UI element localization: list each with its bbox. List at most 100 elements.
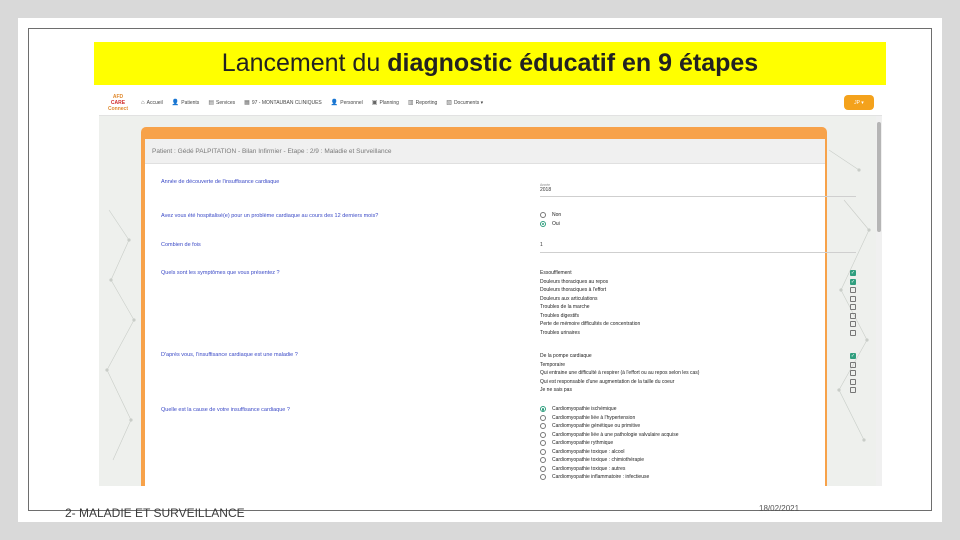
- checkbox-option[interactable]: Essoufflement ✓: [540, 269, 856, 278]
- radio-button[interactable]: [540, 440, 546, 447]
- radio-option[interactable]: Cardiomyopathie inflammatoire : infectie…: [540, 473, 856, 482]
- nav-item-1[interactable]: 👤 Patients: [172, 99, 200, 107]
- checkbox-option[interactable]: Qui est responsable d'une augmentation d…: [540, 378, 856, 387]
- question-year: Année de découverte de l'insuffisance ca…: [161, 179, 280, 185]
- checkbox-option[interactable]: Douleurs thoraciques à l'effort: [540, 286, 856, 295]
- slide: Lancement du diagnostic éducatif en 9 ét…: [18, 18, 942, 522]
- reports-icon: ▥: [407, 100, 414, 106]
- nav-item-2[interactable]: ▤ Services: [208, 99, 236, 107]
- checkbox[interactable]: [850, 321, 856, 328]
- title-bold: diagnostic éducatif en 9 étapes: [387, 49, 759, 77]
- checkbox[interactable]: [850, 370, 856, 377]
- radio-button[interactable]: [540, 431, 546, 438]
- nav-item-label: Personnel: [340, 99, 363, 106]
- services-icon: ▤: [208, 100, 214, 106]
- nav-item-label: Reporting: [415, 99, 438, 106]
- checkbox-checked[interactable]: ✓: [850, 270, 856, 277]
- checkbox[interactable]: [850, 387, 856, 394]
- user-menu-button[interactable]: JP ▾: [844, 95, 874, 110]
- nav-items: ⌂ Accueil 👤 Patients ▤ Services ▦ 97 - MONTAUBA…: [141, 99, 492, 107]
- checkbox-option[interactable]: Troubles digestifs: [540, 312, 856, 321]
- checkbox-option[interactable]: Troubles urinaires: [540, 329, 856, 338]
- nav-item-6[interactable]: ▥ Reporting: [407, 99, 438, 107]
- checkbox-label: Troubles de la marche: [540, 304, 590, 311]
- radio-button[interactable]: [540, 220, 546, 227]
- checkbox-option[interactable]: Douleurs thoraciques au repos ✓: [540, 278, 856, 287]
- checkbox[interactable]: [850, 361, 856, 368]
- radio-button[interactable]: [540, 414, 546, 421]
- app-logo[interactable]: AFD CARE Connect: [105, 92, 131, 114]
- nav-item-0[interactable]: ⌂ Accueil: [141, 100, 163, 106]
- radio-option[interactable]: Cardiomyopathie toxique : chimiothérapie: [540, 456, 856, 465]
- slide-title: Lancement du diagnostic éducatif en 9 ét…: [94, 42, 886, 85]
- checkbox-label: Je ne sais pas: [540, 387, 572, 394]
- checkbox-label: Douleurs aux articulations: [540, 295, 598, 302]
- app-screenshot: AFD CARE Connect ⌂ Accueil 👤 Patients ▤ Servi…: [99, 90, 882, 486]
- scrollbar[interactable]: [876, 116, 882, 486]
- radio-label: Oui: [552, 220, 560, 227]
- checkbox-label: Troubles digestifs: [540, 312, 579, 319]
- checkbox-checked[interactable]: ✓: [850, 353, 856, 360]
- radio-option[interactable]: Cardiomyopathie liée à l'hypertension: [540, 414, 856, 423]
- app-navbar: AFD CARE Connect ⌂ Accueil 👤 Patients ▤ Servi…: [99, 90, 882, 116]
- radio-button[interactable]: [540, 423, 546, 430]
- nav-item-7[interactable]: ▧ Documents ▾: [446, 99, 484, 107]
- radio-option[interactable]: Cardiomyopathie ischémique: [540, 405, 856, 414]
- checkbox-label: Douleurs thoraciques à l'effort: [540, 287, 607, 294]
- title-regular: Lancement du: [221, 49, 381, 77]
- radio-option[interactable]: Oui: [540, 220, 856, 229]
- radio-button[interactable]: [540, 448, 546, 455]
- checkbox-label: Douleurs thoraciques au repos: [540, 278, 609, 285]
- checkbox-option[interactable]: Qui entraine une difficulté à respirer (…: [540, 369, 856, 378]
- nav-item-5[interactable]: ▣ Planning: [372, 99, 399, 107]
- radio-option[interactable]: Cardiomyopathie rythmique: [540, 439, 856, 448]
- radio-label: Cardiomyopathie inflammatoire : infectie…: [552, 474, 650, 481]
- scrollbar-thumb[interactable]: [877, 122, 881, 232]
- checkbox-label: Qui est responsable d'une augmentation d…: [540, 378, 675, 385]
- checkbox-checked[interactable]: ✓: [850, 278, 856, 285]
- checkbox-option[interactable]: Je ne sais pas: [540, 386, 856, 395]
- radio-option[interactable]: Cardiomyopathie toxique : alcool: [540, 448, 856, 457]
- checkbox[interactable]: [850, 378, 856, 385]
- checkbox-option[interactable]: Perte de mémoire difficultés de concentr…: [540, 320, 856, 329]
- disease-options: De la pompe cardiaque ✓ Temporaire Qui entr…: [540, 352, 856, 395]
- radio-option[interactable]: Non: [540, 211, 856, 220]
- radio-button[interactable]: [540, 406, 546, 413]
- nav-item-label: 97 - MONTAUBAN CLINIQUES: [251, 99, 322, 106]
- nav-item-3[interactable]: ▦ 97 - MONTAUBAN CLINIQUES: [244, 99, 322, 107]
- logo-line-3: Connect: [108, 105, 128, 112]
- radio-label: Cardiomyopathie génétique ou primitive: [552, 423, 641, 430]
- year-field-value: 2018: [540, 187, 552, 193]
- radio-option[interactable]: Cardiomyopathie liée à une pathologie va…: [540, 431, 856, 440]
- checkbox-option[interactable]: De la pompe cardiaque ✓: [540, 352, 856, 361]
- checkbox[interactable]: [850, 312, 856, 319]
- year-field[interactable]: Année 2018: [540, 183, 856, 197]
- radio-option[interactable]: Cardiomyopathie toxique : autres: [540, 465, 856, 474]
- radio-option[interactable]: Cardiomyopathie génétique ou primitive: [540, 422, 856, 431]
- radio-label: Cardiomyopathie liée à l'hypertension: [552, 414, 636, 421]
- count-field[interactable]: 1: [540, 242, 856, 253]
- checkbox[interactable]: [850, 295, 856, 302]
- nav-item-label: Services: [215, 99, 236, 106]
- checkbox-option[interactable]: Temporaire: [540, 361, 856, 370]
- nav-item-label: Documents ▾: [453, 99, 484, 106]
- radio-button[interactable]: [540, 474, 546, 481]
- checkbox-label: Essoufflement: [540, 270, 572, 277]
- slide-footer-date: 18/02/2021: [759, 504, 800, 513]
- nav-item-label: Accueil: [146, 99, 163, 106]
- checkbox[interactable]: [850, 329, 856, 336]
- checkbox-option[interactable]: Troubles de la marche: [540, 303, 856, 312]
- checkbox-option[interactable]: Douleurs aux articulations: [540, 295, 856, 304]
- radio-button[interactable]: [540, 465, 546, 472]
- checkbox-label: Perte de mémoire difficultés de concentr…: [540, 321, 641, 328]
- checkbox-label: Temporaire: [540, 361, 566, 368]
- radio-label: Cardiomyopathie rythmique: [552, 440, 614, 447]
- radio-label: Cardiomyopathie ischémique: [552, 406, 617, 413]
- radio-button[interactable]: [540, 212, 546, 219]
- radio-label: Cardiomyopathie liée à une pathologie va…: [552, 431, 679, 438]
- nav-item-4[interactable]: 👤 Personnel: [331, 99, 363, 107]
- checkbox[interactable]: [850, 287, 856, 294]
- checkbox[interactable]: [850, 304, 856, 311]
- count-field-value: 1: [540, 242, 543, 248]
- radio-button[interactable]: [540, 457, 546, 464]
